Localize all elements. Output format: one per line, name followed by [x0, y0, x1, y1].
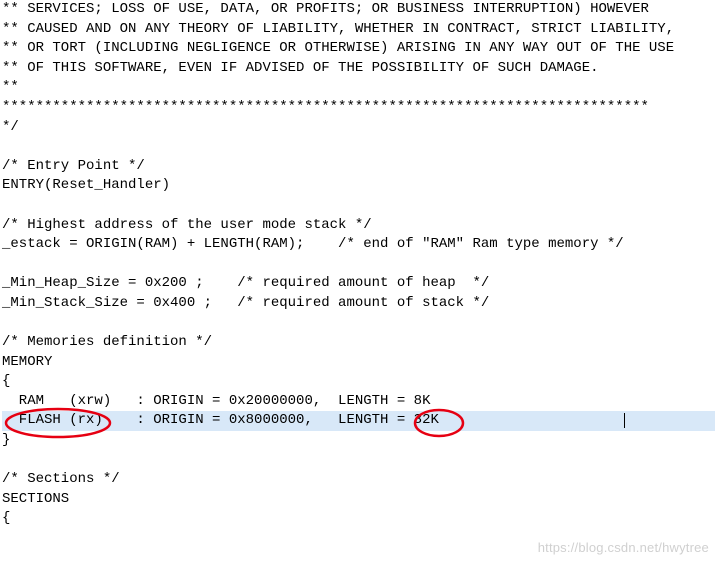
code-line[interactable]: _Min_Heap_Size = 0x200 ; /* required amo… — [2, 274, 715, 294]
watermark-text: https://blog.csdn.net/hwytree — [538, 539, 709, 557]
code-line[interactable]: */ — [2, 118, 715, 138]
code-line[interactable] — [2, 255, 715, 275]
code-editor-content[interactable]: ** SERVICES; LOSS OF USE, DATA, OR PROFI… — [0, 0, 715, 529]
code-line[interactable]: ** CAUSED AND ON ANY THEORY OF LIABILITY… — [2, 20, 715, 40]
code-line[interactable]: FLASH (rx) : ORIGIN = 0x8000000, LENGTH … — [2, 411, 715, 431]
code-line[interactable] — [2, 451, 715, 471]
code-line[interactable] — [2, 314, 715, 334]
code-line[interactable]: ****************************************… — [2, 98, 715, 118]
code-line[interactable] — [2, 137, 715, 157]
code-line[interactable]: /* Entry Point */ — [2, 157, 715, 177]
code-line[interactable]: ** — [2, 78, 715, 98]
code-line[interactable]: } — [2, 431, 715, 451]
code-line[interactable]: ENTRY(Reset_Handler) — [2, 176, 715, 196]
code-line[interactable]: _estack = ORIGIN(RAM) + LENGTH(RAM); /* … — [2, 235, 715, 255]
code-line[interactable]: /* Sections */ — [2, 470, 715, 490]
text-caret — [624, 413, 625, 428]
code-line[interactable]: ** OR TORT (INCLUDING NEGLIGENCE OR OTHE… — [2, 39, 715, 59]
code-line[interactable]: _Min_Stack_Size = 0x400 ; /* required am… — [2, 294, 715, 314]
code-line[interactable]: MEMORY — [2, 353, 715, 373]
code-line[interactable]: ** SERVICES; LOSS OF USE, DATA, OR PROFI… — [2, 0, 715, 20]
code-line[interactable]: ** OF THIS SOFTWARE, EVEN IF ADVISED OF … — [2, 59, 715, 79]
code-line[interactable]: { — [2, 509, 715, 529]
code-line[interactable]: RAM (xrw) : ORIGIN = 0x20000000, LENGTH … — [2, 392, 715, 412]
code-line[interactable]: /* Memories definition */ — [2, 333, 715, 353]
code-line[interactable]: { — [2, 372, 715, 392]
code-line[interactable]: SECTIONS — [2, 490, 715, 510]
code-line[interactable] — [2, 196, 715, 216]
code-line[interactable]: /* Highest address of the user mode stac… — [2, 216, 715, 236]
